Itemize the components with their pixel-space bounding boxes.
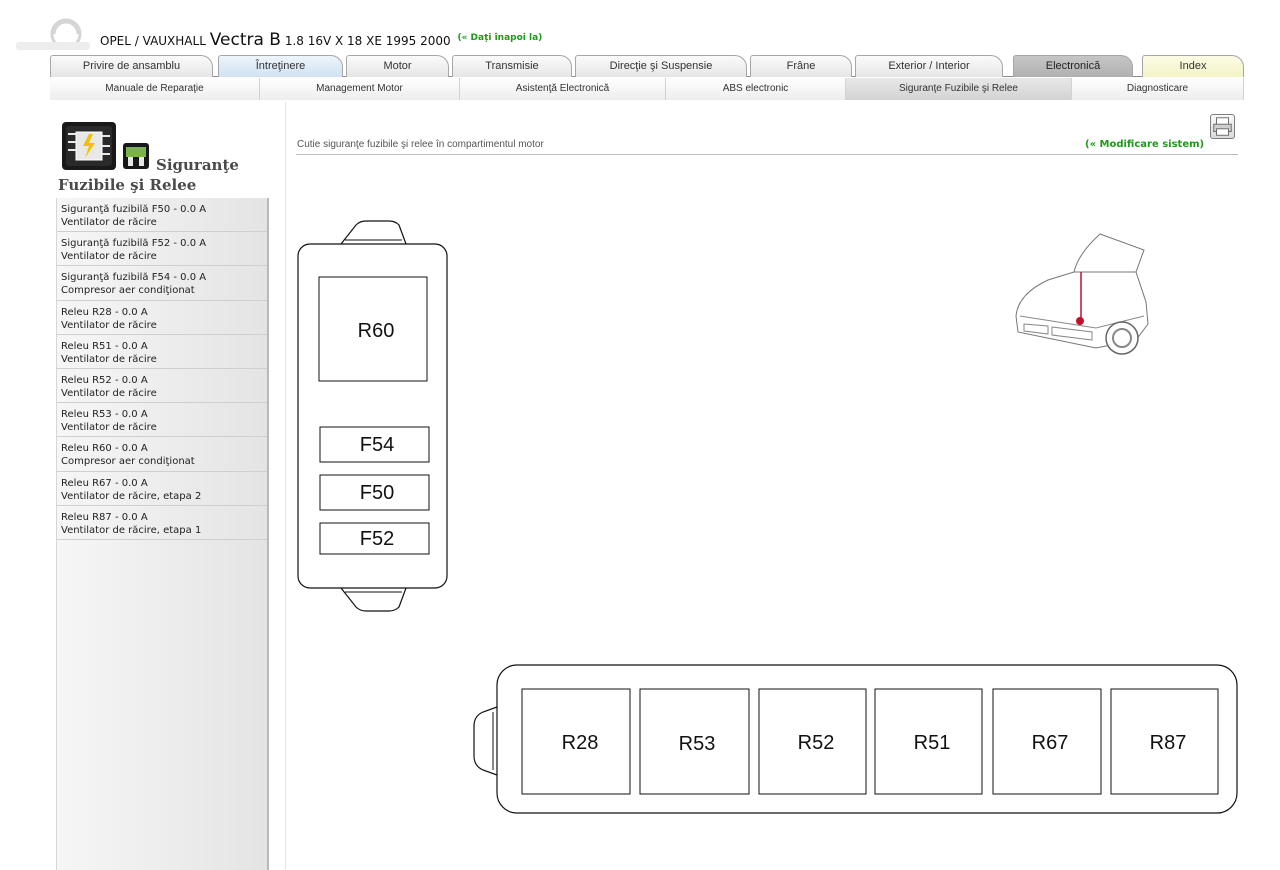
fuse-label: F50 — [360, 482, 394, 504]
tab-overview[interactable]: Privire de ansamblu — [50, 55, 213, 77]
relay-label: R53 — [679, 733, 716, 755]
fuse-slot-f54[interactable]: F54 — [319, 426, 430, 463]
relay-slot-r87[interactable]: R87 — [1110, 688, 1219, 795]
list-item-desc: Ventilator de răcire — [61, 319, 157, 331]
list-item-title: Siguranţă fuzibilă F52 - 0.0 A — [61, 238, 207, 250]
relay-slot-r60[interactable]: R60 — [318, 276, 428, 382]
component-list: Siguranţă fuzibilă F50 - 0.0 A Ventilator… — [56, 198, 269, 870]
relay-label: R52 — [798, 732, 835, 754]
list-item-title: Releu R53 - 0.0 A — [61, 409, 148, 421]
list-item-desc: Ventilator de răcire, etapa 1 — [61, 524, 202, 536]
content-divider-line — [296, 154, 1238, 155]
left-box-top-clip — [340, 220, 407, 245]
list-item-title: Siguranţă fuzibilă F50 - 0.0 A — [61, 204, 207, 215]
list-item-r28[interactable]: Releu R28 - 0.0 A Ventilator de răcire — [57, 301, 267, 335]
fuse-slot-f52[interactable]: F52 — [319, 522, 430, 555]
tab-engine[interactable]: Motor — [346, 55, 449, 77]
vehicle-title: OPEL / VAUXHALL Vectra B 1.8 16V X 18 XE… — [100, 30, 542, 50]
relay-label: R87 — [1150, 732, 1187, 754]
fuse-label: F52 — [360, 528, 394, 550]
sidebar-title-line2: Fuzibile şi Relee — [58, 176, 197, 194]
relay-slot-r51[interactable]: R51 — [874, 688, 983, 795]
list-item-r52[interactable]: Releu R52 - 0.0 A Ventilator de răcire — [57, 369, 267, 404]
relay-chip-icon — [123, 143, 149, 169]
tab-brakes[interactable]: Frâne — [750, 55, 852, 77]
relay-slot-r67[interactable]: R67 — [992, 688, 1102, 795]
subtab-fuses-relays[interactable]: Siguranţe Fuzibile şi Relee — [846, 78, 1072, 100]
list-item-title: Releu R51 - 0.0 A — [61, 340, 148, 352]
list-item-desc: Ventilator de răcire — [61, 422, 157, 434]
content-divider — [285, 102, 286, 870]
relay-label: R28 — [562, 732, 599, 754]
subtab-engine-management[interactable]: Management Motor — [260, 78, 460, 100]
tab-electronics[interactable]: Electronică — [1013, 55, 1133, 77]
back-link[interactable]: (« Daţi înapoi la) — [457, 33, 542, 43]
relay-label: R67 — [1032, 732, 1069, 754]
list-item-desc: Ventilator de răcire — [61, 217, 157, 228]
list-item-f50[interactable]: Siguranţă fuzibilă F50 - 0.0 A Ventilator… — [57, 198, 267, 233]
fuse-label: F54 — [360, 434, 394, 456]
relay-slot-r53[interactable]: R53 — [639, 688, 750, 795]
car-location-icon — [1015, 233, 1149, 355]
relay-label: R60 — [358, 320, 395, 342]
left-box-bottom-clip — [340, 587, 407, 612]
list-item-title: Releu R60 - 0.0 A — [61, 443, 148, 455]
list-item-r87[interactable]: Releu R87 - 0.0 A Ventilator de răcire, e… — [57, 506, 267, 540]
list-item-title: Releu R67 - 0.0 A — [61, 477, 148, 489]
tab-steering-suspension[interactable]: Direcţie şi Suspensie — [575, 55, 747, 77]
subtab-repair-manuals[interactable]: Manuale de Reparaţie — [50, 78, 260, 100]
subtab-abs[interactable]: ABS electronic — [666, 78, 846, 100]
list-item-f52[interactable]: Siguranţă fuzibilă F52 - 0.0 A Ventilator… — [57, 232, 267, 267]
modify-system-link[interactable]: (« Modificare sistem) — [1085, 139, 1204, 150]
list-item-r67[interactable]: Releu R67 - 0.0 A Ventilator de răcire, e… — [57, 472, 267, 506]
list-item-desc: Compresor aer condiţionat — [61, 285, 195, 297]
main-tab-bar: Privire de ansamblu Întreţinere Motor Tr… — [50, 55, 1244, 77]
relay-slot-r28[interactable]: R28 — [521, 688, 631, 795]
list-item-r51[interactable]: Releu R51 - 0.0 A Ventilator de răcire — [57, 335, 267, 369]
diagram-title: Cutie siguranţe fuzibile şi relee în com… — [297, 139, 544, 150]
vehicle-engine: 1.8 16V X 18 XE 1995 2000 — [284, 34, 451, 48]
tab-index[interactable]: Index — [1142, 55, 1244, 77]
list-item-desc: Compresor aer condiţionat — [61, 456, 195, 468]
vehicle-model: Vectra B — [209, 30, 281, 50]
list-item-desc: Ventilator de răcire — [61, 387, 157, 399]
list-item-desc: Ventilator de răcire — [61, 251, 157, 263]
bottom-box-side-clip — [473, 706, 498, 776]
tab-exterior-interior[interactable]: Exterior / Interior — [855, 55, 1003, 77]
list-item-desc: Ventilator de răcire, etapa 2 — [61, 490, 202, 502]
subtab-electronic-assist[interactable]: Asistenţă Electronică — [460, 78, 666, 100]
relay-label: R51 — [914, 732, 951, 754]
list-item-title: Releu R52 - 0.0 A — [61, 374, 148, 386]
list-item-title: Releu R87 - 0.0 A — [61, 511, 148, 523]
autodata-logo-icon — [16, 18, 90, 50]
list-item-title: Siguranţă fuzibilă F54 - 0.0 A — [61, 272, 207, 284]
subtab-diagnostics[interactable]: Diagnosticare — [1072, 78, 1244, 100]
print-icon[interactable] — [1210, 114, 1235, 139]
list-item-title: Releu R28 - 0.0 A — [61, 306, 148, 318]
relay-slot-r52[interactable]: R52 — [758, 688, 867, 795]
list-item-r53[interactable]: Releu R53 - 0.0 A Ventilator de răcire — [57, 403, 267, 438]
list-item-r60[interactable]: Releu R60 - 0.0 A Compresor aer condiţion… — [57, 437, 267, 472]
fuse-slot-f50[interactable]: F50 — [319, 474, 430, 511]
list-item-f54[interactable]: Siguranţă fuzibilă F54 - 0.0 A Compresor … — [57, 266, 267, 301]
fuse-relay-diagram-icon — [62, 122, 116, 170]
list-item-desc: Ventilator de răcire — [61, 353, 157, 365]
tab-transmission[interactable]: Transmisie — [452, 55, 572, 77]
sidebar-title: Siguranţe — [156, 156, 239, 174]
vehicle-brand: OPEL / VAUXHALL — [100, 34, 206, 48]
sub-tab-bar: Manuale de Reparaţie Management Motor As… — [50, 78, 1244, 100]
tab-maintenance[interactable]: Întreţinere — [218, 55, 343, 77]
